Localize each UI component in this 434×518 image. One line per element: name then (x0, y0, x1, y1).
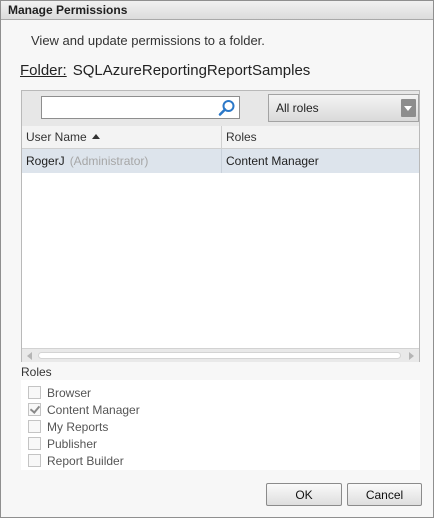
user-note: (Administrator) (69, 154, 149, 168)
scroll-right-icon[interactable] (409, 352, 414, 360)
role-label: Browser (47, 386, 92, 400)
role-label: Report Builder (47, 454, 124, 468)
role-item-publisher[interactable]: Publisher (28, 436, 97, 452)
role-filter-value: All roles (276, 101, 319, 115)
search-input[interactable] (44, 99, 220, 116)
folder-row: Folder: SQLAzureReportingReportSamples (20, 62, 310, 79)
role-item-content-manager[interactable]: Content Manager (28, 402, 140, 418)
role-label: Publisher (47, 437, 98, 451)
grid-toolbar: All roles (22, 91, 419, 127)
sort-ascending-icon (91, 134, 100, 139)
dialog-title: Manage Permissions (1, 1, 433, 20)
role-filter-dropdown[interactable]: All roles (268, 94, 419, 122)
user-name: RogerJ (26, 154, 65, 168)
checkbox[interactable] (28, 420, 41, 433)
cancel-button[interactable]: Cancel (347, 483, 422, 506)
column-header-roles[interactable]: Roles (222, 126, 419, 148)
scrollbar-thumb[interactable] (38, 352, 401, 359)
roles-list: Browser Content Manager My Reports Publi… (21, 380, 420, 470)
role-label: Content Manager (47, 403, 140, 417)
role-item-my-reports[interactable]: My Reports (28, 419, 108, 435)
role-item-browser[interactable]: Browser (28, 385, 91, 401)
role-item-report-builder[interactable]: Report Builder (28, 453, 124, 469)
role-label: My Reports (47, 420, 109, 434)
ok-button[interactable]: OK (266, 483, 342, 506)
cell-roles: Content Manager (226, 154, 319, 168)
checkbox[interactable] (28, 386, 41, 399)
cell-user-name: RogerJ (Administrator) (22, 149, 222, 173)
column-header-label: Roles (226, 130, 257, 144)
roles-section-label: Roles (21, 365, 52, 379)
manage-permissions-dialog: Manage Permissions View and update permi… (0, 0, 434, 518)
search-icon[interactable] (218, 99, 236, 117)
column-header-user-name[interactable]: User Name (22, 126, 222, 148)
checkbox-checked[interactable] (28, 403, 41, 416)
table-row[interactable]: RogerJ (Administrator) Content Manager (22, 149, 419, 173)
folder-name: SQLAzureReportingReportSamples (72, 62, 311, 79)
chevron-down-icon[interactable] (401, 99, 416, 117)
column-header-label: User Name (26, 130, 87, 144)
permissions-grid: All roles User Name Roles RogerJ (Adminis… (21, 90, 420, 362)
table-header: User Name Roles (22, 126, 419, 149)
scroll-left-icon[interactable] (27, 352, 32, 360)
folder-label: Folder: (20, 62, 67, 79)
dialog-description: View and update permissions to a folder. (31, 33, 265, 48)
horizontal-scrollbar[interactable] (22, 348, 419, 362)
checkbox[interactable] (28, 454, 41, 467)
search-box[interactable] (41, 96, 240, 119)
checkbox[interactable] (28, 437, 41, 450)
